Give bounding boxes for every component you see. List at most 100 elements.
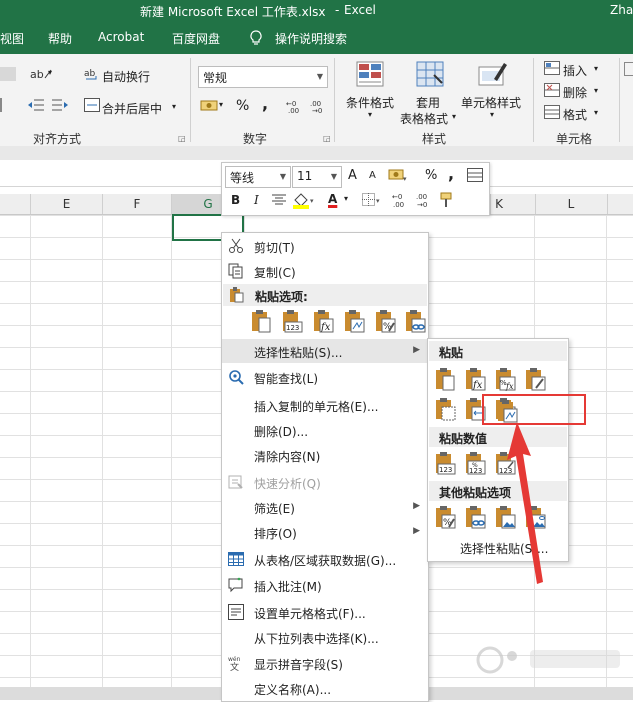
- indent-left-icon[interactable]: [28, 98, 44, 112]
- delete-cells-icon: [544, 83, 560, 97]
- menu-item-cut[interactable]: 剪切(T): [222, 234, 428, 258]
- paste-no-borders-icon[interactable]: [434, 397, 456, 421]
- menu-item-get-data[interactable]: 从表格/区域获取数据(G)...: [222, 547, 428, 571]
- tab-acrobat[interactable]: Acrobat: [98, 30, 144, 44]
- comma-button[interactable]: ,: [262, 94, 268, 113]
- format-dropdown-icon[interactable]: ▾: [594, 108, 598, 117]
- number-launcher-icon[interactable]: ◲: [323, 134, 331, 143]
- format-painter-icon[interactable]: [440, 191, 458, 209]
- menu-item-smart-lookup[interactable]: 智能查找(L): [222, 365, 428, 389]
- insert-dropdown-icon[interactable]: ▾: [594, 64, 598, 73]
- submenu-arrow-icon: ▶: [413, 501, 420, 511]
- paste-link-icon[interactable]: [464, 505, 486, 529]
- decrease-decimal-icon[interactable]: .00→0: [416, 192, 434, 208]
- paste-values-icon[interactable]: 123: [281, 309, 303, 333]
- tab-baidu[interactable]: 百度网盘: [172, 30, 220, 47]
- delete-button[interactable]: 删除: [563, 84, 587, 101]
- increase-decimal-icon[interactable]: ←0.00: [392, 192, 410, 208]
- menu-item-clear[interactable]: 清除内容(N): [222, 443, 428, 467]
- paste-formatting-icon[interactable]: %: [374, 309, 396, 333]
- menu-item-define-name[interactable]: 定义名称(A)...: [222, 676, 428, 700]
- menu-item-insert-comment[interactable]: 插入批注(M): [222, 573, 428, 597]
- font-color-button[interactable]: A: [328, 192, 337, 206]
- tab-help[interactable]: 帮助: [48, 30, 72, 47]
- merge-center-button[interactable]: 合并后居中: [102, 100, 162, 117]
- search-icon: [229, 370, 244, 385]
- conditional-format-button[interactable]: 条件格式: [346, 94, 394, 111]
- table-format-label-1[interactable]: 套用: [416, 94, 440, 111]
- menu-item-filter[interactable]: 筛选(E) ▶: [222, 495, 428, 519]
- paste-values-icon[interactable]: 123: [434, 451, 456, 475]
- submenu-item-paste-special[interactable]: 选择性粘贴(S)...: [428, 535, 566, 559]
- decrease-decimal-icon[interactable]: .00→0: [310, 98, 328, 114]
- svg-text:.00: .00: [288, 107, 299, 114]
- menu-item-format-cells[interactable]: 设置单元格格式(F)...: [222, 600, 428, 624]
- menu-item-copy[interactable]: 复制(C): [222, 259, 428, 283]
- currency-icon[interactable]: [200, 98, 218, 114]
- menu-item-label: 快速分析(Q): [254, 477, 321, 491]
- font-color-dropdown-icon[interactable]: ▾: [344, 194, 348, 203]
- chevron-down-icon: ▼: [279, 172, 286, 181]
- paste-keep-source-icon[interactable]: [524, 367, 546, 391]
- currency-dropdown-icon[interactable]: ▾: [219, 100, 223, 109]
- paste-icon[interactable]: [434, 367, 456, 391]
- font-name-select[interactable]: 等线 ▼: [225, 166, 291, 188]
- format-button[interactable]: 格式: [563, 106, 587, 123]
- insert-button[interactable]: 插入: [563, 62, 587, 79]
- tell-me-search[interactable]: 操作说明搜索: [275, 30, 347, 47]
- table-format-label-2[interactable]: 表格格式: [400, 110, 448, 127]
- decrease-indent-icon[interactable]: [0, 98, 16, 112]
- percent-button[interactable]: %: [236, 98, 249, 114]
- cell-styles-icon: [478, 63, 507, 86]
- menu-item-insert-copied[interactable]: 插入复制的单元格(E)...: [222, 393, 428, 417]
- paste-formulas-number-icon[interactable]: % fx: [494, 367, 516, 391]
- tab-view[interactable]: 视图: [0, 30, 24, 47]
- chevron-down-icon: ▼: [330, 172, 337, 181]
- column-header-l[interactable]: L: [535, 194, 608, 214]
- indent-right-icon[interactable]: [52, 98, 68, 112]
- italic-button[interactable]: I: [254, 193, 259, 207]
- menu-item-sort[interactable]: 排序(O) ▶: [222, 520, 428, 544]
- paste-transpose-icon[interactable]: [343, 309, 365, 333]
- svg-text:wén: wén: [228, 656, 241, 663]
- bold-button[interactable]: B: [231, 193, 240, 207]
- column-header-partial[interactable]: [0, 194, 31, 214]
- paste-icon[interactable]: [250, 309, 272, 333]
- grow-font-button[interactable]: A: [348, 168, 357, 183]
- table-format-dropdown-icon[interactable]: ▾: [452, 112, 456, 121]
- align-center-icon[interactable]: [272, 194, 286, 206]
- column-header-e[interactable]: E: [31, 194, 103, 214]
- align-icon[interactable]: [0, 67, 16, 81]
- percent-style-button[interactable]: %: [425, 168, 437, 183]
- paste-formatting-icon[interactable]: %: [434, 505, 456, 529]
- user-name[interactable]: Zha: [610, 3, 633, 17]
- orientation-icon[interactable]: ab: [30, 66, 56, 82]
- column-header-f[interactable]: F: [103, 194, 172, 214]
- paste-formulas-icon[interactable]: fx: [464, 367, 486, 391]
- comma-style-button[interactable]: ,: [448, 164, 454, 183]
- font-size-select[interactable]: 11 ▼: [292, 166, 342, 188]
- menu-item-phonetic[interactable]: wén 文 显示拼音字段(S): [222, 651, 428, 675]
- alignment-launcher-icon[interactable]: ◲: [178, 134, 186, 143]
- merge-dropdown-icon[interactable]: ▾: [172, 102, 176, 111]
- menu-item-paste-special[interactable]: 选择性粘贴(S)... ▶: [222, 339, 428, 363]
- paste-link-icon[interactable]: [404, 309, 426, 333]
- increase-decimal-icon[interactable]: ←0.00: [286, 98, 304, 114]
- sum-icon[interactable]: [624, 62, 633, 76]
- accounting-format-icon[interactable]: ▾: [388, 167, 408, 183]
- borders-icon[interactable]: ▾: [362, 193, 384, 207]
- fill-color-icon[interactable]: ▾: [292, 191, 318, 209]
- menu-item-pick-list[interactable]: 从下拉列表中选择(K)...: [222, 625, 428, 649]
- format-painter-table-icon[interactable]: [467, 168, 483, 182]
- shrink-font-button[interactable]: A: [369, 170, 376, 181]
- number-format-select[interactable]: 常规 ▼: [198, 66, 328, 88]
- orientation-dropdown-icon[interactable]: ▾: [48, 68, 52, 77]
- menu-item-delete[interactable]: 删除(D)...: [222, 418, 428, 442]
- cell-styles-button[interactable]: 单元格样式: [461, 94, 521, 111]
- delete-dropdown-icon[interactable]: ▾: [594, 86, 598, 95]
- paste-formulas-icon[interactable]: fx: [312, 309, 334, 333]
- paste-values-number-icon[interactable]: %123: [464, 451, 486, 475]
- wrap-text-button[interactable]: 自动换行: [102, 68, 150, 85]
- conditional-dropdown-icon[interactable]: ▾: [368, 110, 372, 119]
- cell-styles-dropdown-icon[interactable]: ▾: [490, 110, 494, 119]
